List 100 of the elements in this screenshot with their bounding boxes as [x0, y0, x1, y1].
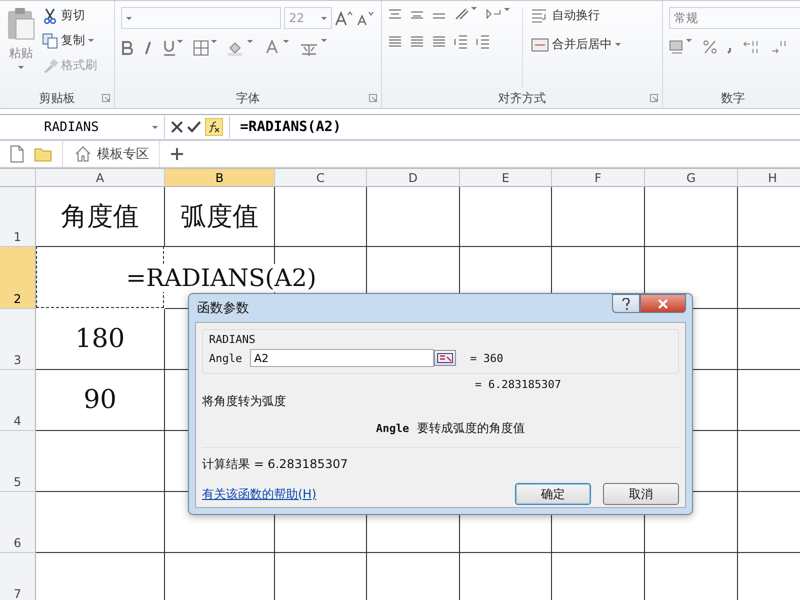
column-header[interactable]: E [460, 169, 552, 187]
font-name-field[interactable] [121, 7, 281, 29]
italic-icon[interactable] [143, 41, 153, 55]
range-picker-button[interactable] [434, 350, 456, 366]
table-cell[interactable] [645, 187, 738, 247]
formula-result: 计算结果 = 6.283185307 [202, 456, 349, 473]
caret-icon [88, 39, 94, 42]
row-header[interactable]: 5 [0, 431, 36, 492]
group-label: 数字 [721, 90, 745, 106]
indent-icon[interactable] [476, 35, 490, 49]
table-cell[interactable]: 90 [36, 370, 165, 431]
argument-result: = 360 [470, 352, 504, 364]
merge-icon [531, 38, 549, 52]
group-label: 剪贴板 [39, 90, 75, 106]
underline-icon[interactable] [163, 40, 183, 56]
cancel-button[interactable]: 取消 [603, 483, 679, 505]
column-header[interactable]: B [165, 169, 275, 187]
align-icon[interactable] [388, 8, 402, 20]
table-cell[interactable]: 角度值 [36, 187, 165, 247]
currency-icon[interactable] [669, 39, 693, 55]
phonetic-icon[interactable] [299, 39, 327, 57]
new-document-icon[interactable] [10, 145, 24, 163]
group-label: 对齐方式 [498, 90, 546, 106]
formula-text: =RADIANS(A2) [239, 119, 342, 135]
font-color-icon[interactable] [265, 40, 289, 56]
table-cell[interactable] [36, 431, 165, 492]
shrink-font-icon[interactable] [356, 10, 374, 26]
clipboard-icon [6, 7, 36, 41]
table-cell[interactable] [275, 187, 367, 247]
argument-label: Angle [209, 352, 242, 364]
template-tab[interactable]: 模板专区 [62, 141, 160, 167]
column-header[interactable]: H [738, 169, 800, 187]
column-header[interactable]: A [36, 169, 165, 187]
align-icon[interactable] [410, 36, 424, 48]
brush-icon [42, 58, 58, 74]
cell-text: =RADIANS(A2) [126, 264, 316, 292]
percent-icon[interactable] [703, 40, 717, 54]
fill-color-icon[interactable] [227, 40, 255, 56]
align-icon[interactable] [388, 36, 402, 48]
caret-icon [615, 43, 621, 46]
column-header[interactable]: D [367, 169, 460, 187]
cut-button[interactable]: 剪切 [42, 7, 97, 24]
column-header[interactable]: C [275, 169, 367, 187]
range-icon [437, 353, 454, 363]
result-preview: = 6.283185307 [475, 378, 562, 391]
merge-center-button[interactable]: 合并后居中 [531, 36, 621, 53]
close-icon [658, 298, 668, 308]
caret-icon [18, 66, 24, 69]
caret-icon [126, 16, 132, 20]
column-header[interactable]: F [552, 169, 645, 187]
column-header[interactable]: G [645, 169, 738, 187]
table-cell[interactable]: 180 [36, 309, 165, 370]
table-cell[interactable] [460, 187, 552, 247]
dialog-title: 函数参数 [197, 300, 249, 317]
align-icon[interactable] [432, 36, 446, 48]
argument-name: Angle [376, 422, 410, 435]
grow-font-icon[interactable] [335, 10, 353, 26]
folder-icon[interactable] [34, 146, 52, 162]
ok-button[interactable]: 确定 [515, 483, 591, 505]
scissors-icon [42, 8, 58, 24]
indent-icon[interactable] [486, 8, 510, 20]
question-mark-icon [622, 298, 630, 310]
wrap-text-button[interactable]: 自动换行 [531, 7, 621, 24]
table-cell[interactable] [36, 492, 165, 553]
dialog-launcher-icon[interactable] [650, 94, 658, 102]
argument-field[interactable]: A2 [250, 349, 434, 367]
caret-icon [321, 16, 327, 20]
check-icon[interactable] [187, 121, 201, 133]
function-name: RADIANS [209, 333, 256, 346]
row-header[interactable]: 7 [0, 553, 36, 600]
dialog-launcher-icon[interactable] [102, 94, 110, 102]
insert-function-button[interactable] [205, 118, 223, 136]
cancel-icon[interactable] [171, 121, 183, 133]
help-button[interactable] [612, 294, 640, 313]
row-header[interactable]: 4 [0, 370, 36, 431]
home-icon [75, 146, 91, 162]
indent-icon[interactable] [454, 35, 468, 49]
wrap-text-icon [531, 8, 549, 22]
help-link[interactable]: 有关该函数的帮助(H) [202, 486, 316, 502]
function-description: 将角度转为弧度 [202, 393, 287, 410]
close-button[interactable] [640, 294, 686, 313]
copy-icon [42, 32, 58, 48]
row-header[interactable]: 3 [0, 309, 36, 370]
orientation-icon[interactable] [454, 7, 478, 21]
table-cell[interactable]: 弧度值 [165, 187, 275, 247]
row-header[interactable]: 1 [0, 187, 36, 247]
dialog-launcher-icon[interactable] [369, 94, 377, 102]
function-icon [208, 121, 220, 133]
table-cell[interactable] [552, 187, 645, 247]
caret-icon [152, 126, 158, 128]
row-header[interactable]: 6 [0, 492, 36, 553]
borders-icon[interactable] [193, 40, 217, 56]
table-cell[interactable] [367, 187, 460, 247]
copy-button[interactable]: 复制 [42, 32, 97, 49]
bold-icon[interactable] [121, 41, 133, 55]
row-header[interactable]: 2 [0, 247, 36, 309]
number-format-field[interactable]: 常规 [669, 7, 800, 29]
add-tab-icon[interactable] [170, 147, 184, 161]
argument-description: 要转成弧度的角度值 [417, 420, 526, 437]
group-label: 字体 [236, 90, 260, 106]
